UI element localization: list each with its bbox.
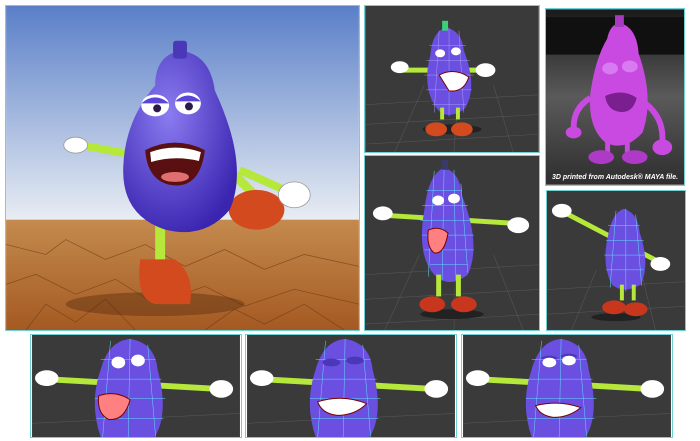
face-closeup-panel-1 xyxy=(30,334,242,438)
printed-photo-image xyxy=(546,9,684,185)
hero-render-panel xyxy=(5,5,360,331)
wireframe-render-top xyxy=(365,6,539,152)
wireframe-panel-middle xyxy=(364,155,540,331)
face-closeup-render-3 xyxy=(463,335,671,437)
face-closeup-panel-2 xyxy=(245,334,457,438)
wireframe-panel-back xyxy=(546,190,686,331)
face-closeup-panel-3 xyxy=(461,334,673,438)
wireframe-render-back xyxy=(547,191,685,330)
face-closeup-render-2 xyxy=(247,335,455,437)
hero-render-image xyxy=(6,6,359,330)
face-closeup-render-1 xyxy=(32,335,240,437)
wireframe-panel-top xyxy=(364,5,540,153)
printed-photo-panel: 3D printed from Autodesk® MAYA file. xyxy=(545,8,685,186)
print-caption: 3D printed from Autodesk® MAYA file. xyxy=(551,174,679,181)
wireframe-render-middle xyxy=(365,156,539,330)
